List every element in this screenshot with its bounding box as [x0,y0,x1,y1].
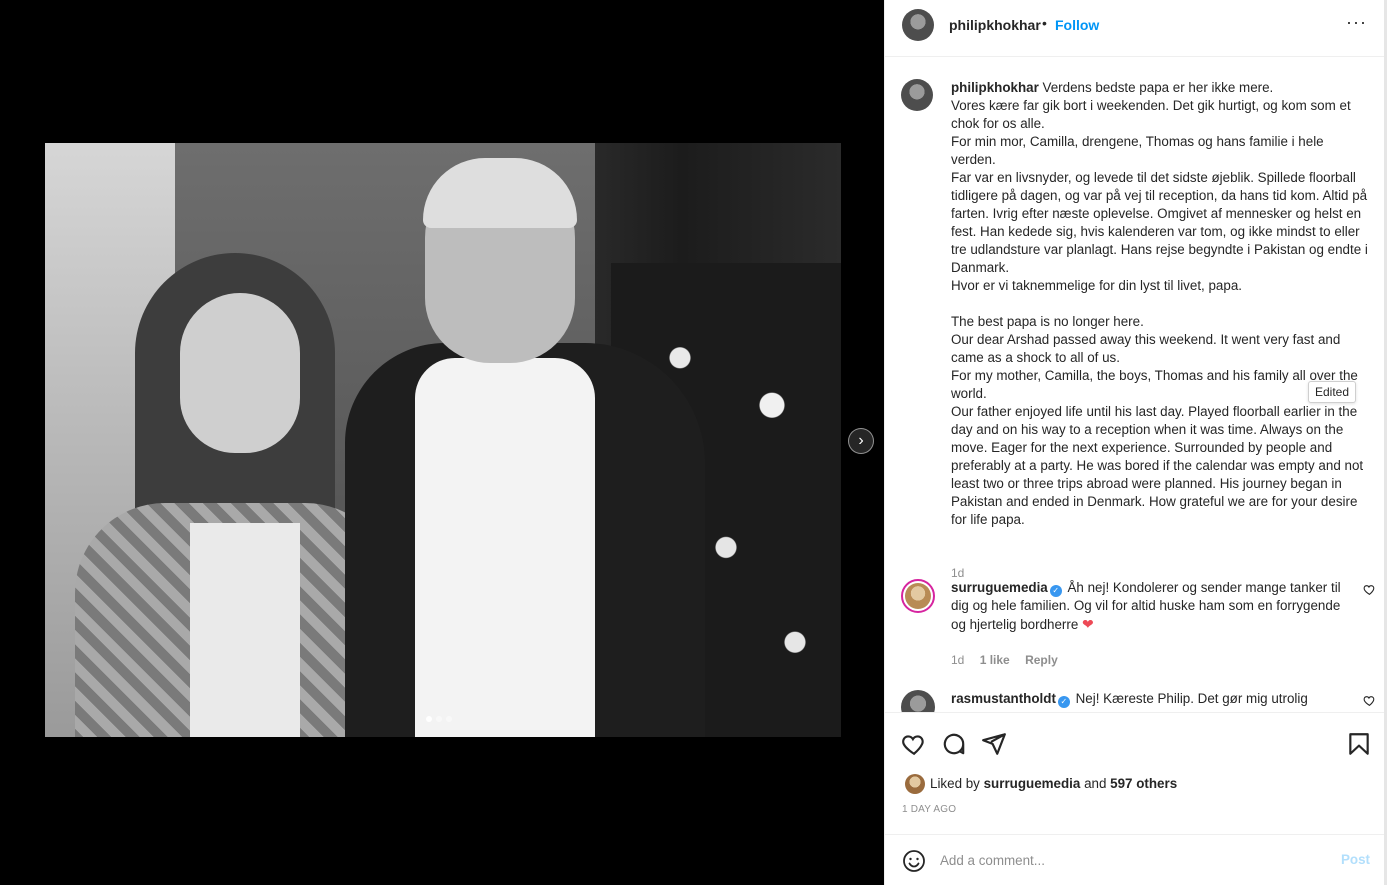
post-header: philipkhokhar • Follow ··· [885,0,1385,57]
liker-avatar[interactable] [905,774,925,794]
verified-badge-icon: ✓ [1049,585,1062,597]
commenter-username[interactable]: surruguemedia [951,580,1048,595]
comment-bubble-icon[interactable] [941,731,967,757]
comment-input[interactable] [940,849,1330,871]
bookmark-icon[interactable] [1346,731,1372,757]
edited-tooltip: Edited [1308,381,1357,403]
chevron-right-icon[interactable]: › [848,428,874,454]
post-media: › [0,0,884,885]
caption-text: Verdens bedste papa er her ikke mere. Vo… [951,80,1368,527]
post-photo[interactable] [45,143,841,737]
comment-time[interactable]: 1d [951,653,964,667]
caption-time[interactable]: 1d [951,566,964,580]
header-separator: • [1042,15,1047,31]
likes-prefix: Liked by [930,776,984,791]
red-heart-emoji: ❤ [1082,616,1094,632]
post-timestamp[interactable]: 1 DAY AGO [902,804,956,815]
comment-likes-count[interactable]: 1 like [980,653,1010,667]
likes-summary: Liked by surruguemedia and 597 others [901,772,1371,796]
likes-joiner: and [1080,776,1111,791]
follow-button[interactable]: Follow [1055,17,1099,33]
carousel-indicator [426,716,452,722]
caption-username[interactable]: philipkhokhar [951,80,1039,95]
smiley-icon[interactable] [902,849,926,873]
heart-icon[interactable] [901,731,927,757]
post-comment-button[interactable]: Post [1341,852,1370,867]
more-options-icon[interactable]: ··· [1346,12,1367,33]
carousel-dot [436,716,442,722]
liker-username[interactable]: surruguemedia [984,776,1081,791]
comment-text: Nej! Kæreste Philip. Det gør mig utrolig [1071,691,1308,706]
post-side-panel: philipkhokhar • Follow ··· philipkhokhar… [884,0,1385,885]
commenter-avatar[interactable] [901,579,935,613]
caption-avatar[interactable] [901,79,933,111]
comment-heart-icon[interactable] [1363,583,1376,596]
carousel-dot-active [426,716,432,722]
carousel-dot [446,716,452,722]
post-actions-bar [885,712,1385,772]
commenter-avatar[interactable] [901,690,935,712]
add-comment-bar: Post [885,834,1385,885]
comment-heart-icon[interactable] [1363,694,1376,707]
author-avatar[interactable] [902,9,934,41]
commenter-username[interactable]: rasmustantholdt [951,691,1056,706]
comment-meta: 1d 1 like Reply [951,653,1070,667]
verified-badge-icon: ✓ [1057,696,1070,708]
author-username[interactable]: philipkhokhar [949,17,1041,33]
comments-section[interactable]: philipkhokhar Verdens bedste papa er her… [885,57,1385,712]
man-figure [345,153,705,737]
likes-others-link[interactable]: 597 others [1110,776,1177,791]
reply-button[interactable]: Reply [1025,653,1058,667]
paper-plane-icon[interactable] [981,731,1007,757]
